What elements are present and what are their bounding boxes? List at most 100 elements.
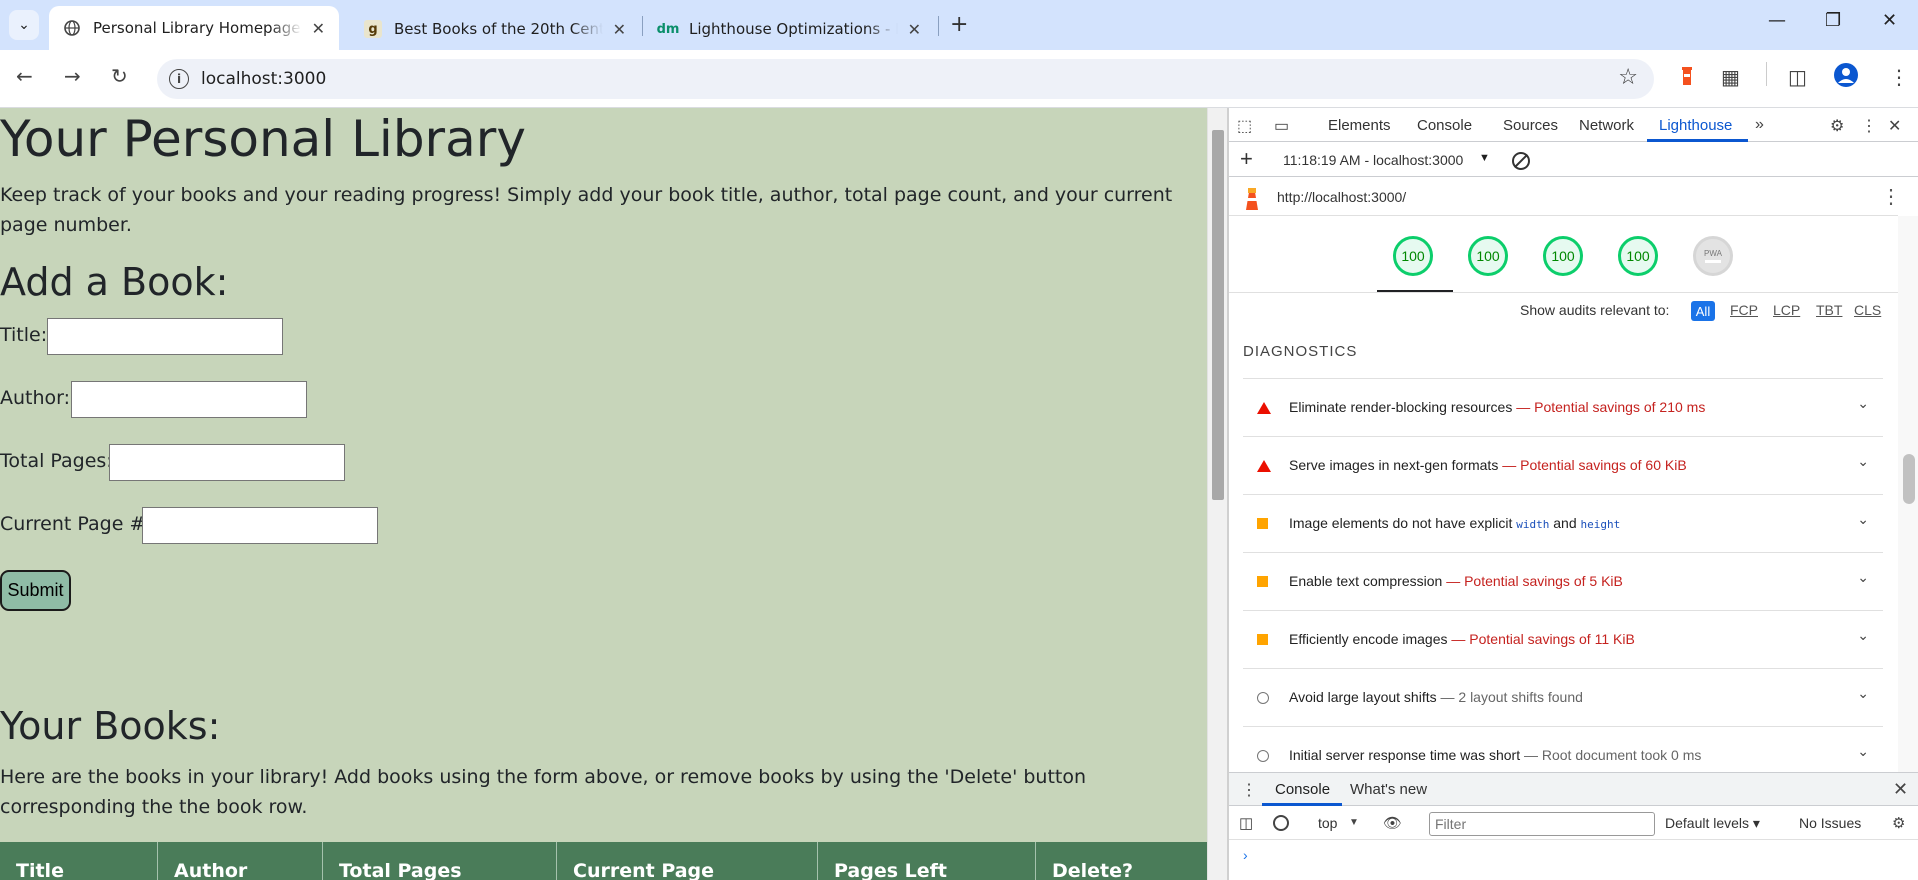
- audit-row[interactable]: Image elements do not have explicit widt…: [1243, 494, 1883, 552]
- expand-chevron-icon[interactable]: ⌄: [1857, 395, 1869, 412]
- settings-gear-icon[interactable]: ⚙: [1830, 116, 1844, 136]
- pwa-dash: [1705, 260, 1721, 263]
- filter-cls-button[interactable]: CLS: [1854, 302, 1881, 318]
- page-scrollbar-thumb[interactable]: [1212, 130, 1224, 500]
- console-prompt-chevron-icon[interactable]: ›: [1243, 847, 1248, 863]
- back-arrow-icon[interactable]: ←: [16, 64, 33, 88]
- bookmark-star-icon[interactable]: ☆: [1618, 65, 1638, 90]
- devtools-tab-lighthouse[interactable]: Lighthouse: [1659, 117, 1732, 134]
- report-dropdown-caret-icon[interactable]: ▼: [1479, 152, 1490, 164]
- close-tab-icon[interactable]: ✕: [613, 20, 626, 39]
- filter-lcp-button[interactable]: LCP: [1773, 302, 1800, 318]
- devtools-menu-kebab-icon[interactable]: ⋮: [1861, 116, 1877, 136]
- filter-fcp-button[interactable]: FCP: [1730, 302, 1758, 318]
- close-devtools-icon[interactable]: ✕: [1888, 116, 1901, 136]
- report-selector[interactable]: 11:18:19 AM - localhost:3000: [1283, 152, 1463, 168]
- audit-detail: Potential savings of 60 KiB: [1520, 457, 1687, 473]
- lighthouse-toolbar: + 11:18:19 AM - localhost:3000 ▼: [1229, 143, 1918, 177]
- report-scrollbar-thumb[interactable]: [1903, 454, 1915, 504]
- log-levels-label: Default levels: [1665, 815, 1750, 831]
- clear-console-icon[interactable]: [1273, 815, 1289, 831]
- globe-icon: [63, 19, 81, 37]
- console-filter-input[interactable]: [1429, 812, 1655, 836]
- audit-code-height: height: [1580, 518, 1621, 531]
- audit-detail: 2 layout shifts found: [1458, 689, 1583, 705]
- expand-chevron-icon[interactable]: ⌄: [1857, 627, 1869, 644]
- forward-arrow-icon[interactable]: →: [64, 64, 81, 88]
- site-info-icon[interactable]: i: [169, 69, 189, 89]
- address-bar[interactable]: i localhost:3000 ☆: [157, 59, 1654, 99]
- expand-chevron-icon[interactable]: ⌄: [1857, 743, 1869, 760]
- score-gauge-performance[interactable]: 100: [1393, 236, 1433, 276]
- more-tabs-chevron-icon[interactable]: »: [1755, 116, 1764, 134]
- inspect-element-icon[interactable]: ⬚: [1237, 116, 1252, 136]
- expand-chevron-icon[interactable]: ⌄: [1857, 685, 1869, 702]
- profile-avatar-icon[interactable]: [1834, 63, 1858, 92]
- audit-row[interactable]: Eliminate render-blocking resources — Po…: [1243, 378, 1883, 436]
- score-gauge-pwa[interactable]: PWA: [1693, 236, 1733, 276]
- devtools-tab-console[interactable]: Console: [1417, 117, 1472, 134]
- context-dropdown-caret-icon[interactable]: ▼: [1349, 817, 1359, 828]
- score-gauge-seo[interactable]: 100: [1618, 236, 1658, 276]
- current-page-label: Current Page #:: [0, 513, 152, 535]
- audit-row[interactable]: Enable text compression — Potential savi…: [1243, 552, 1883, 610]
- extensions-puzzle-icon[interactable]: ▦: [1721, 65, 1740, 89]
- lighthouse-logo-icon: [1246, 188, 1258, 210]
- context-selector[interactable]: top: [1318, 815, 1337, 831]
- audit-row[interactable]: Serve images in next-gen formats — Poten…: [1243, 436, 1883, 494]
- browser-tab-best-books[interactable]: g Best Books of the 20th Century ✕: [350, 8, 640, 50]
- score-gauge-best-practices[interactable]: 100: [1543, 236, 1583, 276]
- device-toolbar-icon[interactable]: ▭: [1274, 116, 1289, 136]
- side-panel-icon[interactable]: ◫: [1788, 65, 1807, 89]
- drawer-tab-console[interactable]: Console: [1275, 781, 1330, 798]
- new-report-plus-icon[interactable]: +: [1240, 146, 1253, 172]
- issues-counter[interactable]: No Issues: [1799, 815, 1861, 831]
- console-sidebar-icon[interactable]: ◫: [1239, 814, 1253, 832]
- score-gauge-accessibility[interactable]: 100: [1468, 236, 1508, 276]
- close-tab-icon[interactable]: ✕: [312, 19, 325, 38]
- average-square-icon: [1257, 634, 1268, 645]
- browser-menu-kebab-icon[interactable]: ⋮: [1889, 65, 1909, 89]
- submit-button[interactable]: Submit: [0, 570, 71, 611]
- informative-circle-icon: [1257, 750, 1269, 762]
- live-expression-eye-icon[interactable]: 👁: [1383, 814, 1402, 832]
- console-settings-gear-icon[interactable]: ⚙: [1892, 814, 1905, 832]
- audit-row[interactable]: Efficiently encode images — Potential sa…: [1243, 610, 1883, 668]
- page-title: Your Personal Library: [0, 110, 526, 168]
- restore-window-icon[interactable]: ❐: [1825, 10, 1841, 31]
- expand-chevron-icon[interactable]: ⌄: [1857, 453, 1869, 470]
- browser-tab-personal-library[interactable]: Personal Library Homepage - Chrome ✕: [49, 6, 339, 50]
- devtools-tab-network[interactable]: Network: [1579, 117, 1634, 134]
- total-pages-input[interactable]: [109, 444, 345, 481]
- average-square-icon: [1257, 576, 1268, 587]
- devtools-tab-sources[interactable]: Sources: [1503, 117, 1558, 134]
- title-input[interactable]: [47, 318, 283, 355]
- tab-search-chevron-down-icon[interactable]: ⌄: [9, 10, 39, 40]
- audit-title-and: and: [1553, 515, 1577, 531]
- expand-chevron-icon[interactable]: ⌄: [1857, 569, 1869, 586]
- minimize-icon[interactable]: —: [1768, 10, 1786, 31]
- close-drawer-icon[interactable]: ✕: [1893, 779, 1908, 800]
- close-window-icon[interactable]: ✕: [1882, 10, 1897, 31]
- drawer-menu-kebab-icon[interactable]: ⋮: [1241, 780, 1257, 800]
- log-levels-dropdown[interactable]: Default levels ▾: [1665, 815, 1760, 832]
- devtools-tab-elements[interactable]: Elements: [1328, 117, 1391, 134]
- report-menu-kebab-icon[interactable]: ⋮: [1881, 184, 1901, 209]
- expand-chevron-icon[interactable]: ⌄: [1857, 511, 1869, 528]
- lighthouse-extension-icon[interactable]: [1676, 65, 1698, 92]
- filter-tbt-button[interactable]: TBT: [1816, 302, 1842, 318]
- filter-all-button[interactable]: All: [1691, 301, 1715, 321]
- browser-tab-lighthouse-optimizations[interactable]: dm Lighthouse Optimizations - How ✕: [645, 8, 935, 50]
- page-scrollbar[interactable]: [1207, 108, 1227, 880]
- audit-row[interactable]: Avoid large layout shifts — 2 layout shi…: [1243, 668, 1883, 726]
- reload-icon[interactable]: ↻: [111, 64, 128, 88]
- audit-title: Efficiently encode images: [1289, 631, 1448, 647]
- toolbar-divider: [1766, 62, 1767, 86]
- close-tab-icon[interactable]: ✕: [908, 20, 921, 39]
- drawer-tab-whats-new[interactable]: What's new: [1350, 781, 1427, 798]
- clear-reports-icon[interactable]: [1512, 152, 1530, 170]
- author-input[interactable]: [71, 381, 307, 418]
- current-page-input[interactable]: [142, 507, 378, 544]
- new-tab-plus-icon[interactable]: +: [950, 12, 968, 37]
- total-pages-label: Total Pages:: [0, 450, 113, 472]
